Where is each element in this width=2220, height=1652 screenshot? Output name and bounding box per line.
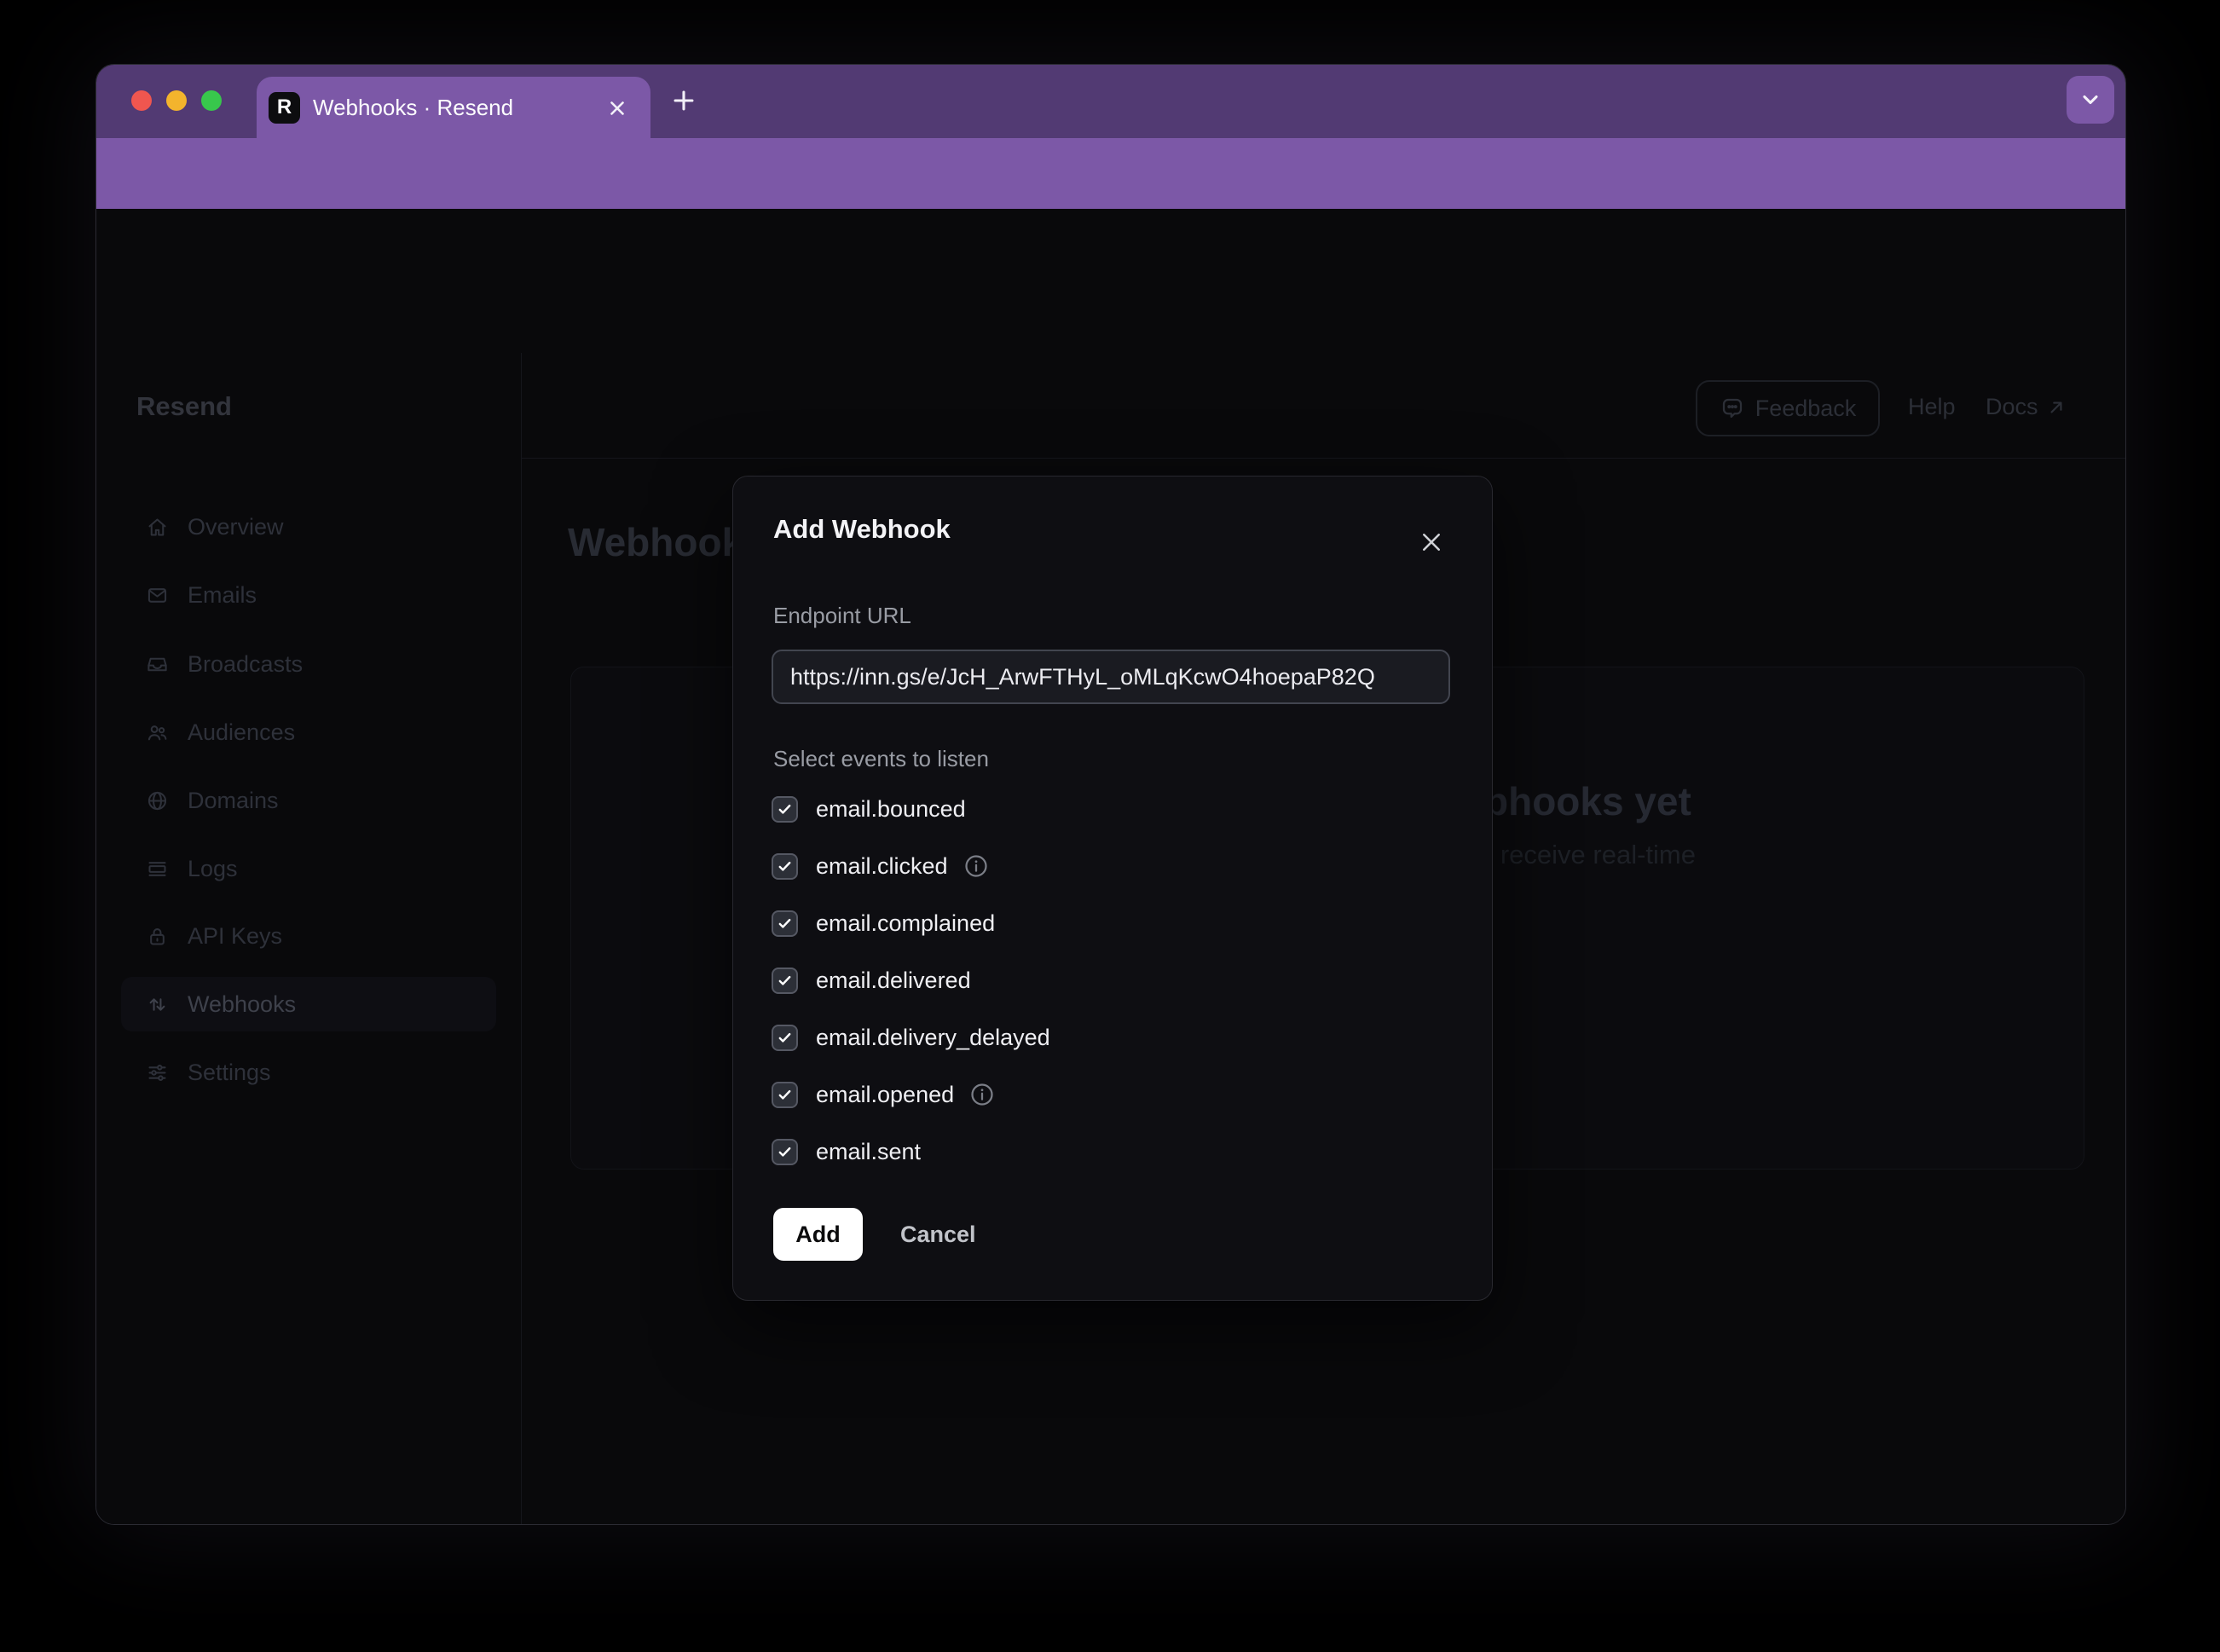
info-icon[interactable] [963,853,989,879]
sidebar-item-logs[interactable]: Logs [121,841,496,896]
empty-state-title-fragment: bhooks yet [1484,778,1691,824]
tab-search-chevron-button[interactable] [2067,76,2114,124]
event-list: email.bounced email.clicked email.compla… [772,795,1050,1195]
tab-close-icon[interactable] [606,97,628,119]
sidebar-item-label: Webhooks [188,991,296,1018]
close-icon[interactable] [1415,526,1448,558]
globe-icon [146,789,169,812]
event-row: email.opened [772,1081,1050,1108]
sliders-icon [146,1061,169,1084]
rows-icon [146,858,169,881]
favicon-letter: R [277,95,292,119]
event-row: email.complained [772,910,1050,937]
event-row: email.delivered [772,967,1050,994]
event-label: email.delivered [816,968,971,994]
sidebar-item-broadcasts[interactable]: Broadcasts [121,637,496,691]
docs-link[interactable]: Docs [1986,394,2067,420]
event-label: email.bounced [816,796,966,823]
sidebar-item-label: Domains [188,788,279,814]
add-button[interactable]: Add [773,1208,863,1261]
sidebar-item-overview[interactable]: Overview [121,500,496,554]
checkbox-checked[interactable] [772,853,798,880]
sidebar-item-label: Audiences [188,719,295,746]
sidebar-item-api-keys[interactable]: API Keys [121,909,496,963]
event-row: email.clicked [772,852,1050,880]
close-window-button[interactable] [131,90,152,111]
browser-tab[interactable]: R Webhooks · Resend [257,77,650,138]
event-row: email.delivery_delayed [772,1024,1050,1051]
tab-strip: R Webhooks · Resend [96,65,2125,138]
feedback-label: Feedback [1755,396,1857,422]
browser-window: R Webhooks · Resend resend.com/webho [95,64,2126,1525]
chat-bubble-icon [1720,396,1745,421]
checkbox-checked[interactable] [772,1082,798,1108]
endpoint-url-label: Endpoint URL [773,603,911,629]
external-link-arrow-icon [2045,396,2067,419]
modal-title: Add Webhook [773,514,951,545]
cancel-button[interactable]: Cancel [900,1222,976,1248]
endpoint-url-input[interactable] [772,650,1450,704]
sidebar-item-webhooks[interactable]: Webhooks [121,977,496,1031]
header-divider [521,458,2125,459]
event-row: email.sent [772,1138,1050,1165]
sidebar-item-label: Overview [188,514,284,540]
tab-title: Webhooks · Resend [313,95,513,121]
sidebar-item-settings[interactable]: Settings [121,1045,496,1100]
checkbox-checked[interactable] [772,796,798,823]
select-events-label: Select events to listen [773,746,989,772]
arrows-up-down-icon [146,993,169,1016]
sidebar-item-label: Broadcasts [188,651,303,678]
zoom-window-button[interactable] [201,90,222,111]
tab-favicon: R [269,92,300,124]
info-icon[interactable] [969,1082,995,1107]
mail-icon [146,584,169,607]
inbox-icon [146,653,169,676]
home-icon [146,516,169,539]
event-label: email.sent [816,1139,921,1165]
event-label: email.opened [816,1082,954,1108]
add-webhook-modal: Add Webhook Endpoint URL Select events t… [732,476,1493,1301]
checkbox-checked[interactable] [772,1139,798,1165]
sidebar-item-label: Emails [188,582,257,609]
sidebar-item-audiences[interactable]: Audiences [121,705,496,760]
feedback-button[interactable]: Feedback [1696,380,1880,436]
event-label: email.delivery_delayed [816,1025,1050,1051]
users-icon [146,721,169,744]
lock-icon [146,925,169,948]
checkbox-checked[interactable] [772,1025,798,1051]
checkbox-checked[interactable] [772,968,798,994]
browser-toolbar: resend.com/webhooks [96,138,2125,209]
event-row: email.bounced [772,795,1050,823]
sidebar-divider [521,353,522,1524]
checkbox-checked[interactable] [772,910,798,937]
docs-label: Docs [1986,394,2038,420]
sidebar-item-label: Logs [188,856,238,882]
sidebar-item-label: Settings [188,1060,271,1086]
modal-actions: Add Cancel [773,1208,976,1261]
event-label: email.clicked [816,853,948,880]
sidebar-item-domains[interactable]: Domains [121,773,496,828]
sidebar-item-label: API Keys [188,923,282,950]
event-label: email.complained [816,910,995,937]
new-tab-button[interactable] [669,86,698,115]
minimize-window-button[interactable] [166,90,187,111]
resend-logo: Resend [136,391,232,422]
traffic-lights [131,90,222,111]
sidebar-item-emails[interactable]: Emails [121,568,496,622]
empty-state-description-fragment: o receive real-time [1478,840,1696,870]
help-link[interactable]: Help [1908,394,1956,420]
help-label: Help [1908,394,1956,420]
